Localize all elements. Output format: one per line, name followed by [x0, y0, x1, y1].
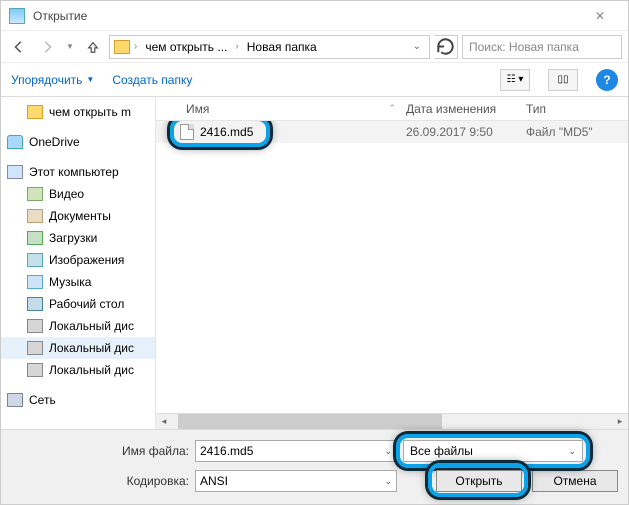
folder-icon	[27, 105, 43, 119]
path-segment[interactable]: Новая папка	[243, 40, 321, 54]
help-button[interactable]: ?	[596, 69, 618, 91]
search-placeholder: Поиск: Новая папка	[469, 40, 579, 54]
sidebar-item-disk3[interactable]: Локальный дис	[1, 359, 155, 381]
column-date[interactable]: Дата изменения	[406, 102, 526, 116]
down-icon	[27, 231, 43, 245]
scroll-left-icon[interactable]: ◂	[156, 414, 172, 429]
disk-icon	[27, 341, 43, 355]
sidebar-item-downloads[interactable]: Загрузки	[1, 227, 155, 249]
up-button[interactable]	[81, 35, 105, 59]
file-type-cell: Файл "MD5"	[526, 125, 628, 139]
chevron-down-icon: ▼	[86, 75, 94, 84]
open-button[interactable]: Открыть	[436, 470, 522, 492]
onedrive-icon	[7, 135, 23, 149]
chevron-down-icon[interactable]: ⌄	[384, 446, 392, 457]
main-area: чем открыть m OneDrive Этот компьютер Видео…	[1, 97, 628, 429]
desk-icon	[27, 297, 43, 311]
recent-dropdown[interactable]: ▼	[63, 35, 77, 59]
sidebar-item-label: Видео	[49, 187, 84, 201]
sidebar-item-label: Сеть	[29, 393, 56, 407]
chevron-down-icon[interactable]: ⌄	[568, 446, 576, 457]
nav-row: ▼ › чем открыть ... › Новая папка ⌄ Поис…	[1, 31, 628, 63]
sidebar-item-pictures[interactable]: Изображения	[1, 249, 155, 271]
sidebar-item-label: Документы	[49, 209, 111, 223]
path-segment[interactable]: чем открыть ...	[141, 40, 231, 54]
titlebar: Открытие ✕	[1, 1, 628, 31]
close-icon[interactable]: ✕	[580, 9, 620, 23]
address-dropdown[interactable]: ⌄	[409, 41, 425, 52]
sidebar: чем открыть m OneDrive Этот компьютер Видео…	[1, 97, 156, 429]
column-name[interactable]: Имя⌃	[156, 102, 406, 116]
scrollbar-thumb[interactable]	[178, 414, 442, 429]
net-icon	[7, 393, 23, 407]
search-input[interactable]: Поиск: Новая папка	[462, 35, 622, 59]
sidebar-item-label: Локальный дис	[49, 363, 134, 377]
toolbar: Упорядочить▼ Создать папку ☷ ▾ ▯▯ ?	[1, 63, 628, 97]
sidebar-item-label: Этот компьютер	[29, 165, 119, 179]
preview-pane-button[interactable]: ▯▯	[548, 69, 578, 91]
filetype-select[interactable]: Все файлы⌄	[403, 440, 583, 462]
chevron-right-icon: ›	[235, 41, 238, 52]
file-name: 2416.md5	[200, 125, 253, 139]
sidebar-item-label: Локальный дис	[49, 319, 134, 333]
sidebar-item-label: Локальный дис	[49, 341, 134, 355]
sidebar-item-label: чем открыть m	[49, 105, 131, 119]
refresh-button[interactable]	[434, 35, 458, 59]
bottom-panel: Имя файла: 2416.md5⌄ Все файлы⌄ Кодировк…	[1, 429, 628, 504]
sidebar-item-network[interactable]: Сеть	[1, 389, 155, 411]
sidebar-item-documents[interactable]: Документы	[1, 205, 155, 227]
sidebar-item-videos[interactable]: Видео	[1, 183, 155, 205]
disk-icon	[27, 319, 43, 333]
view-mode-button[interactable]: ☷ ▾	[500, 69, 530, 91]
sidebar-item-this-pc[interactable]: Этот компьютер	[1, 161, 155, 183]
chevron-right-icon: ›	[134, 41, 137, 52]
doc-icon	[27, 209, 43, 223]
encoding-label: Кодировка:	[11, 474, 189, 488]
window-title: Открытие	[33, 9, 580, 23]
column-type[interactable]: Тип	[526, 102, 628, 116]
filename-label: Имя файла:	[11, 444, 189, 458]
file-date-cell: 26.09.2017 9:50	[406, 125, 526, 139]
cancel-button[interactable]: Отмена	[532, 470, 618, 492]
file-list[interactable]: 2416.md5 26.09.2017 9:50 Файл "MD5"	[156, 121, 628, 413]
sidebar-item-label: Музыка	[49, 275, 91, 289]
organize-menu[interactable]: Упорядочить▼	[11, 73, 94, 87]
encoding-select[interactable]: ANSI⌄	[195, 470, 397, 492]
folder-icon	[114, 40, 130, 54]
open-dialog: Открытие ✕ ▼ › чем открыть ... › Новая п…	[0, 0, 629, 505]
back-button[interactable]	[7, 35, 31, 59]
sidebar-item-desktop[interactable]: Рабочий стол	[1, 293, 155, 315]
new-folder-button[interactable]: Создать папку	[112, 73, 192, 87]
scroll-right-icon[interactable]: ▸	[612, 414, 628, 429]
file-area: Имя⌃ Дата изменения Тип 2416.md5 26.09.2…	[156, 97, 628, 429]
img-icon	[27, 253, 43, 267]
file-name-cell: 2416.md5	[156, 124, 406, 140]
video-icon	[27, 187, 43, 201]
file-icon	[180, 124, 194, 140]
sidebar-item-onedrive[interactable]: OneDrive	[1, 131, 155, 153]
sidebar-item-label: Загрузки	[49, 231, 97, 245]
forward-button[interactable]	[35, 35, 59, 59]
sidebar-item-label: Рабочий стол	[49, 297, 124, 311]
sidebar-item-label: Изображения	[49, 253, 124, 267]
chevron-down-icon[interactable]: ⌄	[384, 476, 392, 487]
sidebar-item-folder-root[interactable]: чем открыть m	[1, 101, 155, 123]
sidebar-item-music[interactable]: Музыка	[1, 271, 155, 293]
sidebar-item-label: OneDrive	[29, 135, 80, 149]
disk-icon	[27, 363, 43, 377]
sidebar-item-disk2[interactable]: Локальный дис	[1, 337, 155, 359]
column-headers: Имя⌃ Дата изменения Тип	[156, 97, 628, 121]
sidebar-item-disk1[interactable]: Локальный дис	[1, 315, 155, 337]
horizontal-scrollbar[interactable]: ◂ ▸	[156, 413, 628, 429]
sort-asc-icon: ⌃	[388, 103, 396, 114]
music-icon	[27, 275, 43, 289]
file-row[interactable]: 2416.md5 26.09.2017 9:50 Файл "MD5"	[156, 121, 628, 143]
address-bar[interactable]: › чем открыть ... › Новая папка ⌄	[109, 35, 430, 59]
pc-icon	[7, 165, 23, 179]
filename-input[interactable]: 2416.md5⌄	[195, 440, 397, 462]
app-icon	[9, 8, 25, 24]
